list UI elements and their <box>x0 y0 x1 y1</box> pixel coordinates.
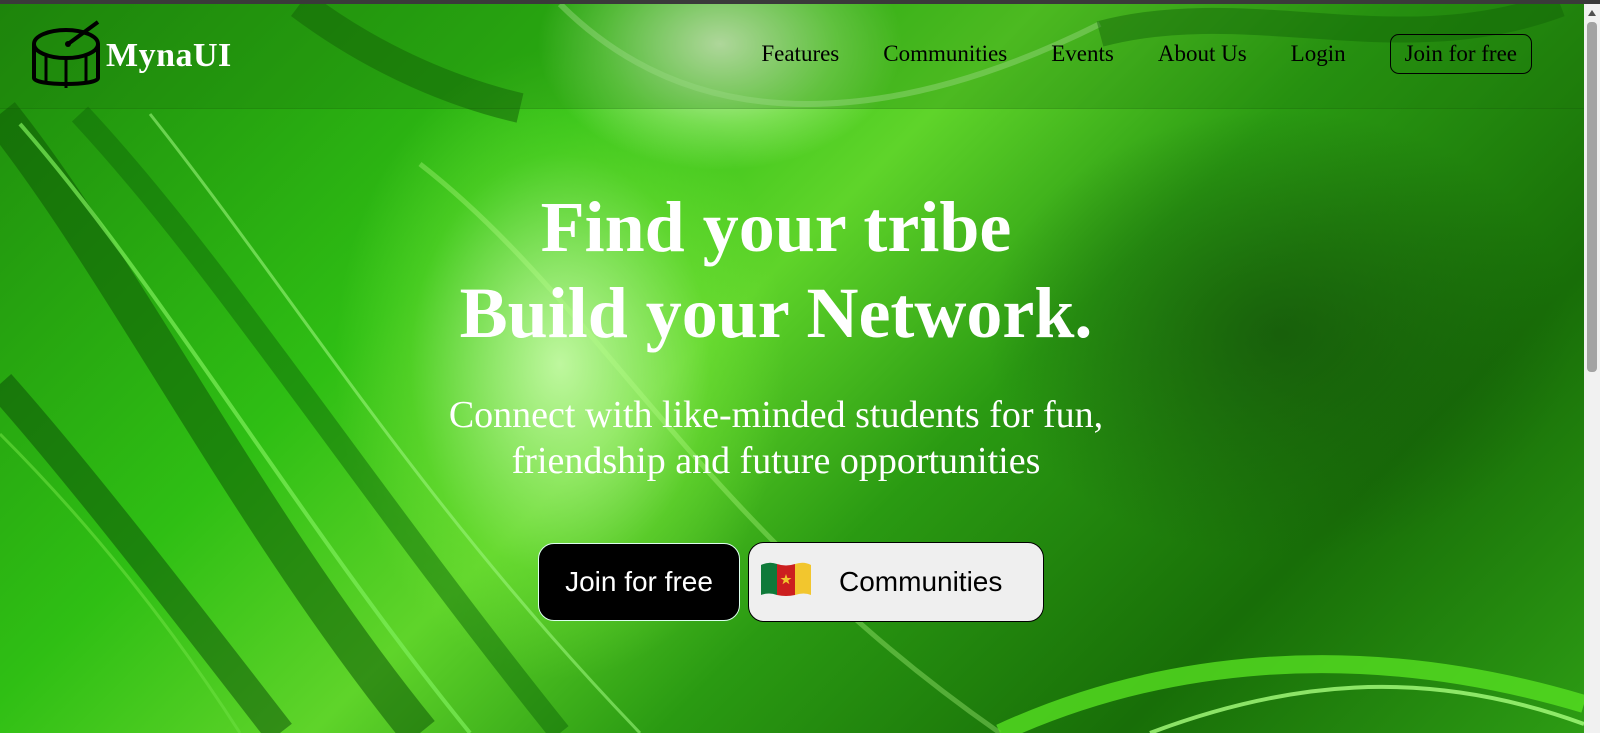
scrollbar-thumb[interactable] <box>1587 22 1597 372</box>
nav-links: Features Communities Events About Us Log… <box>717 34 1532 74</box>
brand-name: MynaUI <box>106 37 232 74</box>
join-for-free-button[interactable]: Join for free <box>538 543 740 621</box>
top-navbar: MynaUI Features Communities Events About… <box>0 4 1584 109</box>
hero-section: Find your tribe Build your Network. Conn… <box>0 184 1552 484</box>
nav-link-events[interactable]: Events <box>1051 41 1114 67</box>
communities-button[interactable]: Communities <box>748 542 1044 622</box>
cameroon-flag-icon <box>759 561 813 604</box>
scroll-up-arrow-icon[interactable] <box>1588 10 1596 16</box>
nav-link-login[interactable]: Login <box>1291 41 1346 67</box>
cta-row: Join for free Communities <box>538 542 1044 622</box>
nav-join-button[interactable]: Join for free <box>1389 34 1532 74</box>
brand-logo[interactable]: MynaUI <box>32 20 232 92</box>
nav-link-about-us[interactable]: About Us <box>1158 41 1247 67</box>
landing-page: MynaUI Features Communities Events About… <box>0 4 1584 733</box>
hero-title-line2: Build your Network. <box>459 273 1093 353</box>
nav-link-communities[interactable]: Communities <box>883 41 1007 67</box>
hero-title-line1: Find your tribe <box>540 187 1012 267</box>
communities-button-label: Communities <box>839 566 1003 597</box>
hero-subtitle: Connect with like-minded students for fu… <box>448 394 1104 482</box>
hero-title: Find your tribe Build your Network. <box>0 184 1552 356</box>
vertical-scrollbar[interactable] <box>1584 4 1600 733</box>
drum-icon <box>32 20 104 92</box>
nav-link-features[interactable]: Features <box>761 41 839 67</box>
